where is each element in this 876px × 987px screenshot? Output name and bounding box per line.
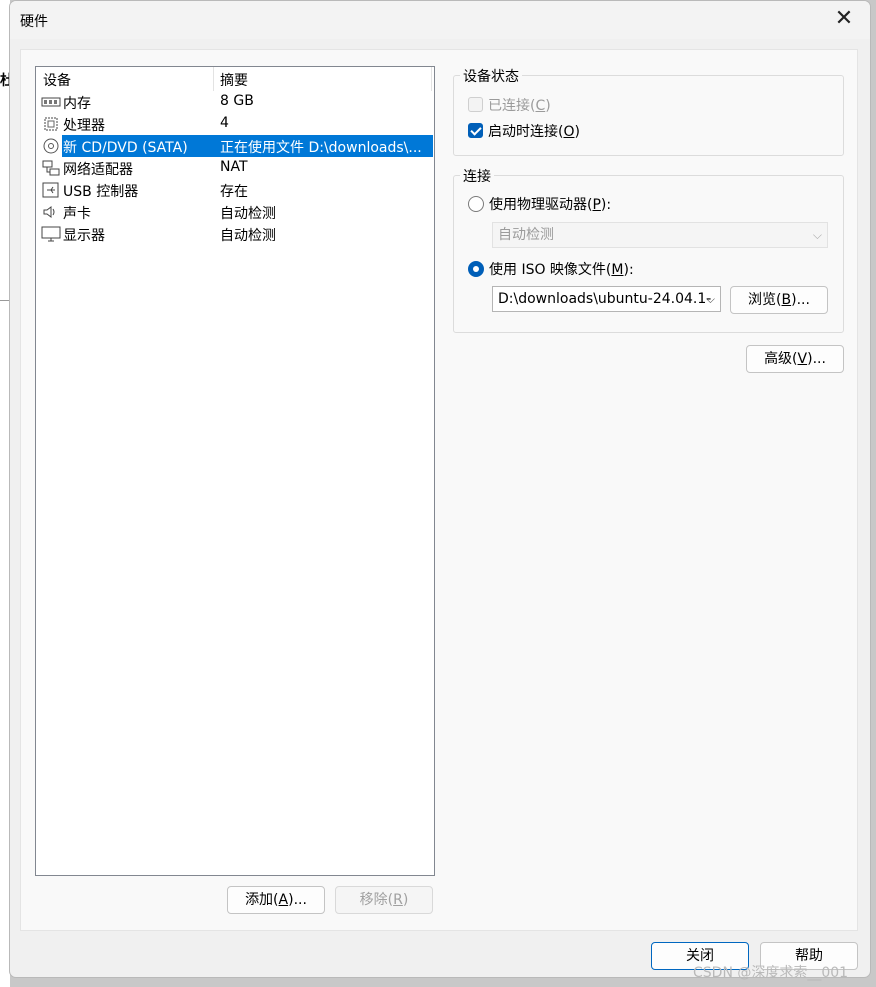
usb-icon [42,182,59,198]
sound-card-icon [43,206,55,218]
device-name: 声卡 [63,206,91,222]
button-label: ) [402,892,409,908]
device-status-title: 设备状态 [460,66,522,86]
processor-icon [44,117,58,131]
watermark: CSDN @深度求索__001 [693,965,849,981]
access-key: P [592,197,601,213]
device-summary: 正在使用文件 D:\downloads\... [220,140,422,156]
button-label: )... [791,292,810,308]
dialog-title: 硬件 [20,14,48,30]
device-row-display[interactable]: 显示器 自动检测 [36,223,434,245]
connection-title: 连接 [460,166,494,186]
chevron-down-icon: ⌵ [812,228,822,242]
device-row-cd-dvd[interactable]: 新 CD/DVD (SATA) 正在使用文件 D:\downloads\... [36,135,434,157]
title-bar: 硬件 ✕ [10,1,870,39]
select-value: 自动检测 [498,227,554,243]
chevron-down-icon[interactable]: ⌵ [706,287,715,311]
device-row-usb-controller[interactable]: USB 控制器 存在 [36,179,434,201]
device-summary: 8 GB [220,93,254,109]
browse-button[interactable]: 浏览(B)... [730,286,828,314]
checkbox-label: 已连接( [488,98,536,114]
access-key: A [278,892,289,908]
device-name: 新 CD/DVD (SATA) [63,140,188,156]
connect-on-start-checkbox[interactable]: 启动时连接(O) [468,121,580,141]
memory-icon [41,97,61,107]
device-summary: 自动检测 [220,206,276,222]
close-icon[interactable]: ✕ [832,7,856,31]
device-summary: 自动检测 [220,228,276,244]
connected-checkbox[interactable]: 已连接(C) [468,95,551,115]
radio-label: ): [600,197,612,213]
physical-drive-select[interactable]: 自动检测 ⌵ [492,222,828,248]
column-divider[interactable] [431,67,432,91]
button-label: 高级( [764,351,798,367]
device-list-header: 设备 摘要 [36,67,434,91]
device-name: 处理器 [63,118,105,134]
button-label: 浏览( [748,292,782,308]
device-summary: 存在 [220,184,248,200]
access-key: B [781,292,792,308]
access-key: V [797,351,808,367]
physical-drive-radio[interactable]: 使用物理驱动器(P): [468,194,611,214]
device-name: 显示器 [63,228,105,244]
button-label: 移除( [359,892,394,908]
device-summary: 4 [220,115,229,131]
device-list[interactable]: 设备 摘要 内存 8 GB 处理器 4 新 CD/DVD (SATA) 正在使用… [35,66,435,876]
iso-image-radio[interactable]: 使用 ISO 映像文件(M): [468,259,634,279]
access-key: O [563,124,575,140]
device-name: 网络适配器 [63,162,133,178]
add-button[interactable]: 添加(A)... [227,886,325,914]
radio-circle[interactable] [468,261,484,277]
select-value: D:\downloads\ubuntu-24.04.1- [498,291,712,307]
screen: 杜 硬件 ✕ 设备 摘要 内存 8 GB 处理器 4 新 CD/DVD (SAT… [0,0,876,987]
device-name: 内存 [63,96,91,112]
checkbox-label: 启动时连接( [488,124,564,140]
radio-circle[interactable] [468,196,484,212]
dialog-content: 设备 摘要 内存 8 GB 处理器 4 新 CD/DVD (SATA) 正在使用… [20,49,858,931]
access-key: M [611,262,624,278]
display-icon [41,226,61,242]
cd-dvd-icon [43,138,59,154]
checkbox-box[interactable] [468,97,483,112]
access-key: C [535,98,546,114]
checkbox-label: ) [545,98,551,114]
button-label: )... [288,892,307,908]
device-name: USB 控制器 [63,184,139,200]
access-key: R [393,892,403,908]
device-row-network-adapter[interactable]: 网络适配器 NAT [36,157,434,179]
button-label: 添加( [245,892,279,908]
column-header-summary[interactable]: 摘要 [220,70,248,90]
column-header-device[interactable]: 设备 [43,70,71,90]
device-row-processor[interactable]: 处理器 4 [36,113,434,135]
connection-group: 连接 使用物理驱动器(P): 自动检测 ⌵ 使用 ISO 映像文件(M): D:… [453,166,844,333]
network-adapter-icon [42,160,60,176]
radio-label: ): [623,262,634,278]
radio-label: 使用 ISO 映像文件( [489,262,612,278]
checkbox-label: ) [574,124,580,140]
checkbox-box[interactable] [468,123,483,138]
column-divider[interactable] [213,67,214,91]
hardware-dialog: 硬件 ✕ 设备 摘要 内存 8 GB 处理器 4 新 CD/DVD (SATA)… [9,0,871,978]
radio-label: 使用物理驱动器( [489,197,593,213]
button-label: )... [807,351,826,367]
device-summary: NAT [220,159,248,175]
remove-button[interactable]: 移除(R) [335,886,433,914]
device-status-group: 设备状态 已连接(C) 启动时连接(O) [453,66,844,156]
device-row-memory[interactable]: 内存 8 GB [36,91,434,113]
iso-path-combobox[interactable]: D:\downloads\ubuntu-24.04.1- ⌵ [492,286,721,312]
advanced-button[interactable]: 高级(V)... [746,345,844,373]
device-row-sound-card[interactable]: 声卡 自动检测 [36,201,434,223]
